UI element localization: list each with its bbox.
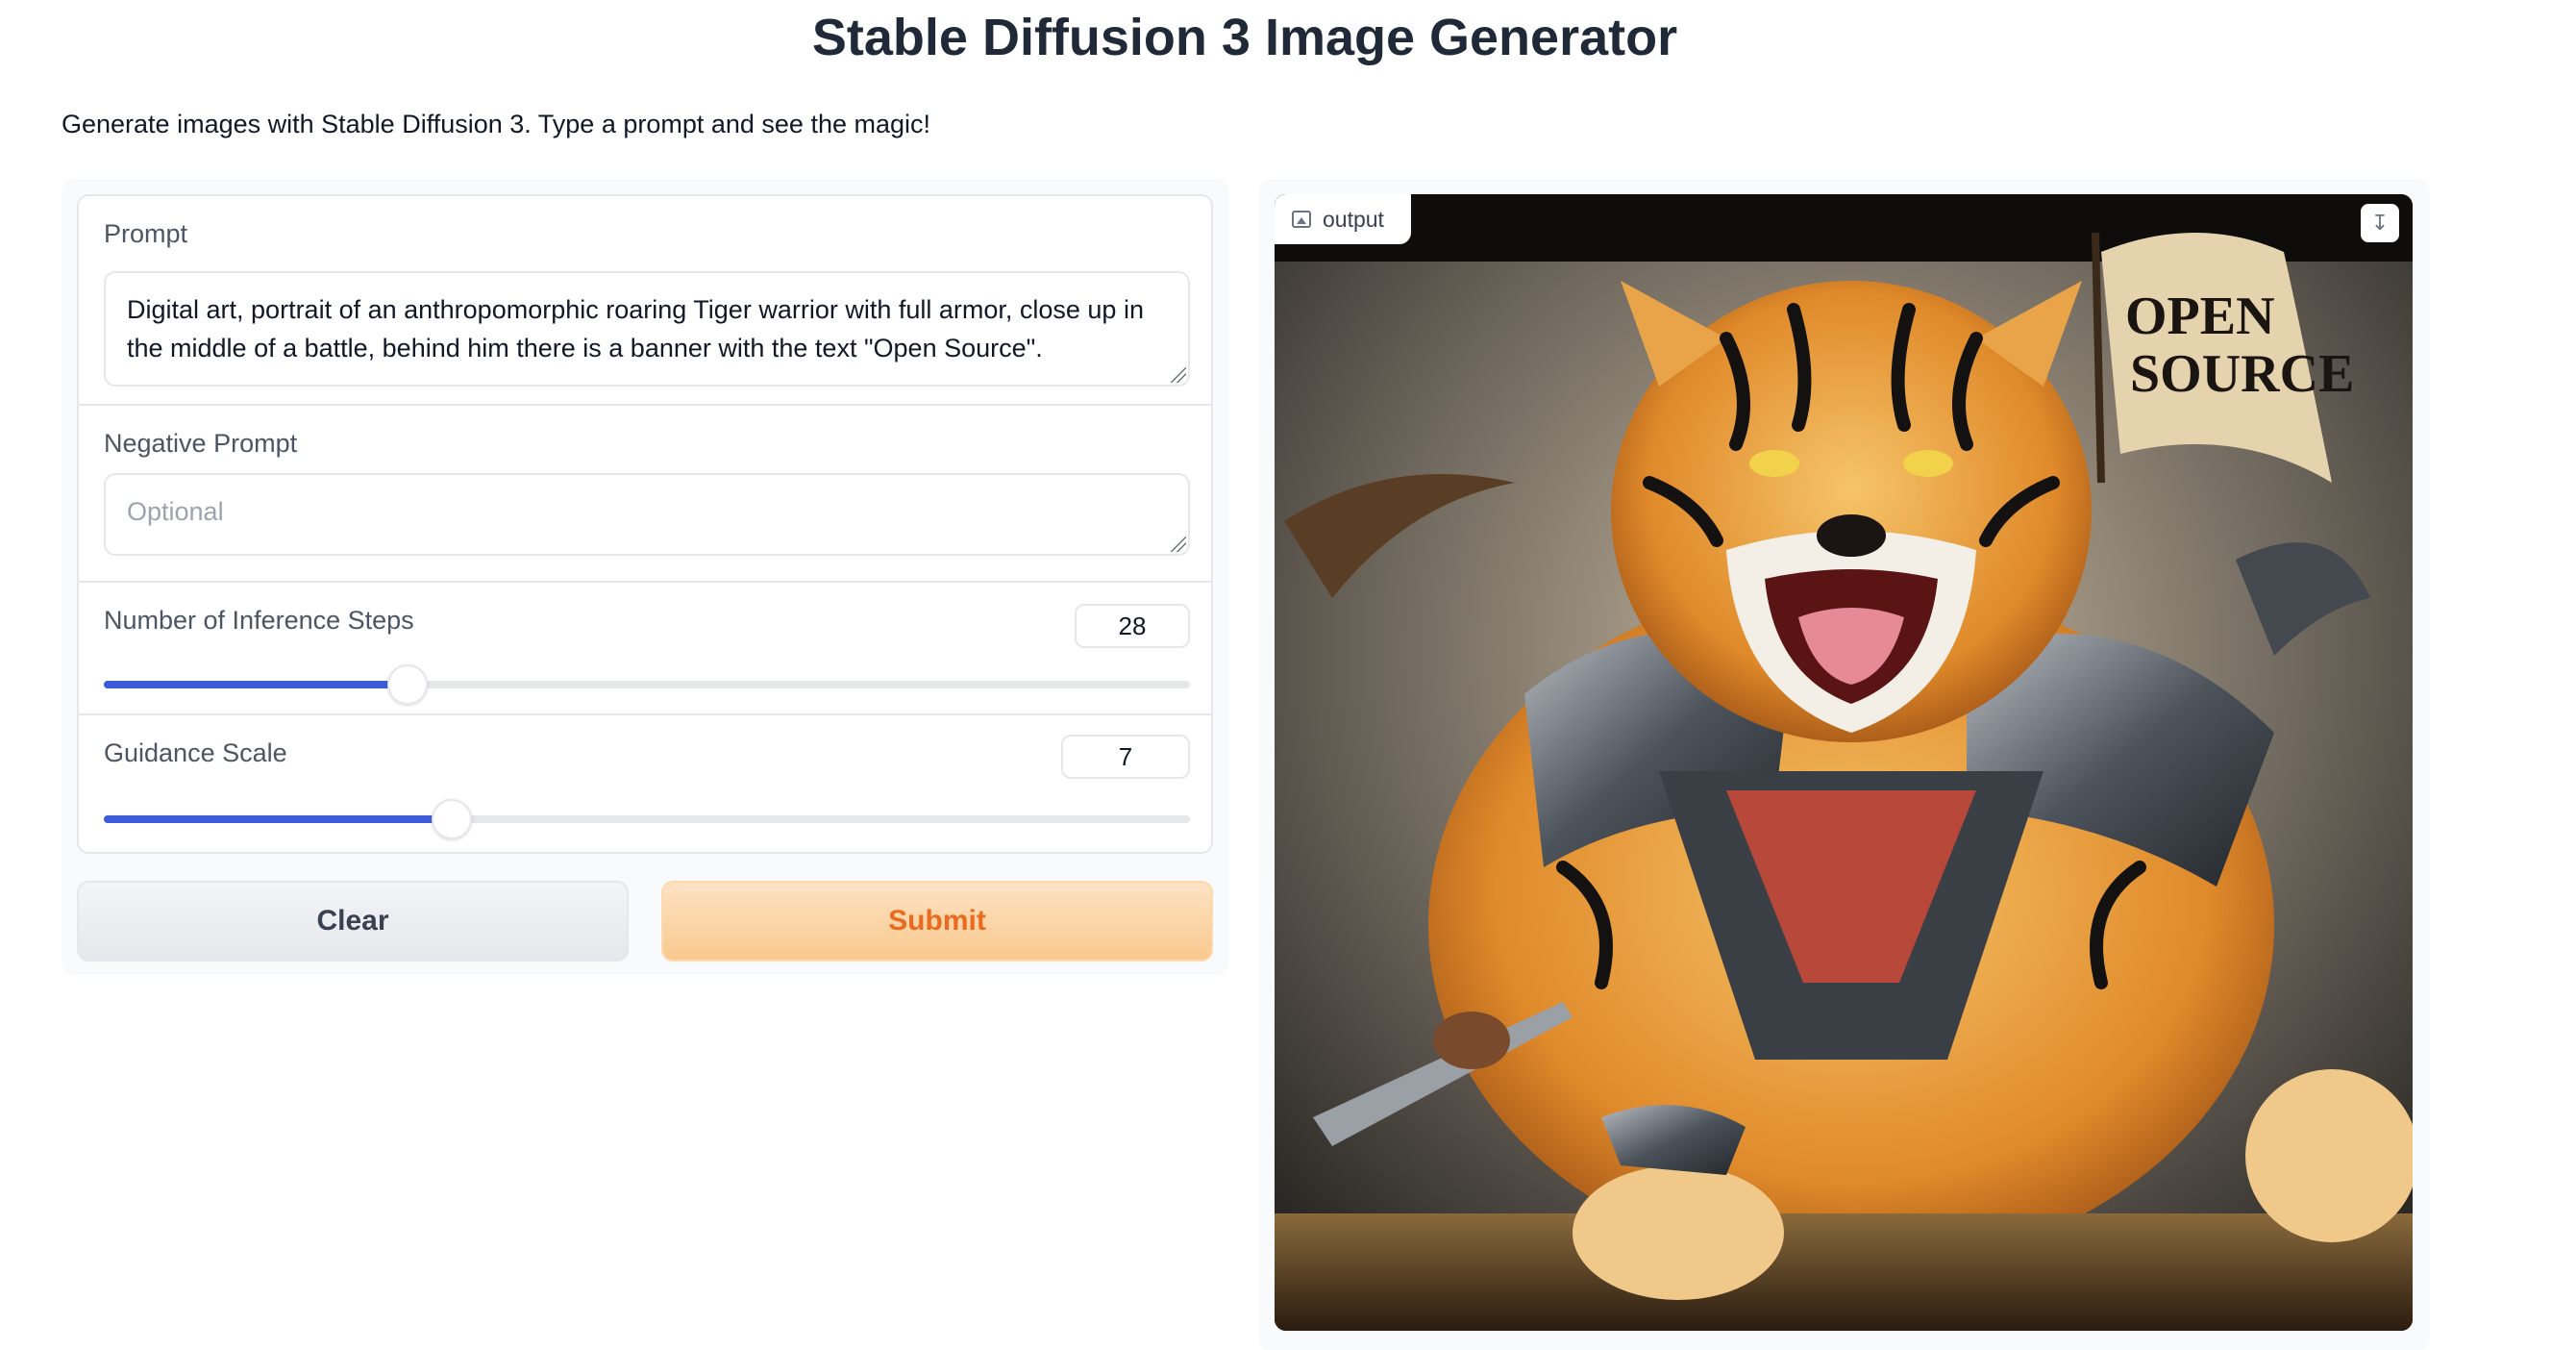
banner-text: SOURCE	[2130, 344, 2354, 404]
inference-steps-section: Number of Inference Steps 28	[79, 581, 1211, 713]
battlefield-ground	[1275, 1213, 2413, 1331]
slider-fill	[104, 815, 452, 823]
guidance-scale-slider[interactable]	[104, 799, 1190, 839]
slider-thumb[interactable]	[387, 664, 429, 705]
inference-steps-number-input[interactable]: 28	[1075, 604, 1190, 648]
page-title: Stable Diffusion 3 Image Generator	[811, 9, 1678, 66]
tiger-eye-right	[1903, 450, 1953, 477]
guidance-scale-section: Guidance Scale 7	[79, 713, 1211, 852]
negative-prompt-section: Negative Prompt	[79, 404, 1211, 581]
tiger-paw-left	[1573, 1165, 1784, 1300]
tiger-eye-left	[1749, 450, 1799, 477]
slider-thumb[interactable]	[431, 799, 472, 839]
tiger-nose	[1817, 514, 1886, 557]
generated-image[interactable]: OPEN SOURCE	[1275, 194, 2413, 1331]
guidance-scale-number-input[interactable]: 7	[1061, 735, 1190, 779]
image-icon	[1292, 211, 1311, 228]
output-image-block: output ↧ OPEN SOURCE	[1275, 194, 2413, 1331]
warrior-hand	[1433, 1012, 1510, 1069]
slider-fill	[104, 681, 409, 688]
prompt-label: Prompt	[104, 219, 188, 248]
inference-steps-label: Number of Inference Steps	[104, 606, 414, 635]
guidance-scale-label: Guidance Scale	[104, 738, 287, 767]
output-label: output	[1275, 194, 1411, 244]
resize-handle-icon[interactable]	[1171, 537, 1186, 552]
page-description: Generate images with Stable Diffusion 3.…	[62, 110, 931, 138]
prompt-section: Prompt	[79, 196, 1211, 404]
download-icon[interactable]: ↧	[2361, 204, 2399, 242]
banner-text: OPEN	[2125, 287, 2275, 346]
output-label-text: output	[1323, 206, 1384, 232]
clear-button[interactable]: Clear	[77, 881, 629, 962]
resize-handle-icon[interactable]	[1171, 367, 1186, 383]
prompt-input[interactable]	[104, 271, 1190, 387]
negative-prompt-input[interactable]	[104, 473, 1190, 556]
form-block: Prompt Negative Prompt Number of Inferen…	[77, 194, 1213, 854]
submit-button[interactable]: Submit	[661, 881, 1213, 962]
input-panel: Prompt Negative Prompt Number of Inferen…	[62, 179, 1228, 975]
negative-prompt-label: Negative Prompt	[104, 429, 298, 458]
inference-steps-slider[interactable]	[104, 664, 1190, 705]
tiger-paw-right	[2245, 1069, 2413, 1242]
output-panel: output ↧ OPEN SOURCE	[1259, 179, 2430, 1350]
